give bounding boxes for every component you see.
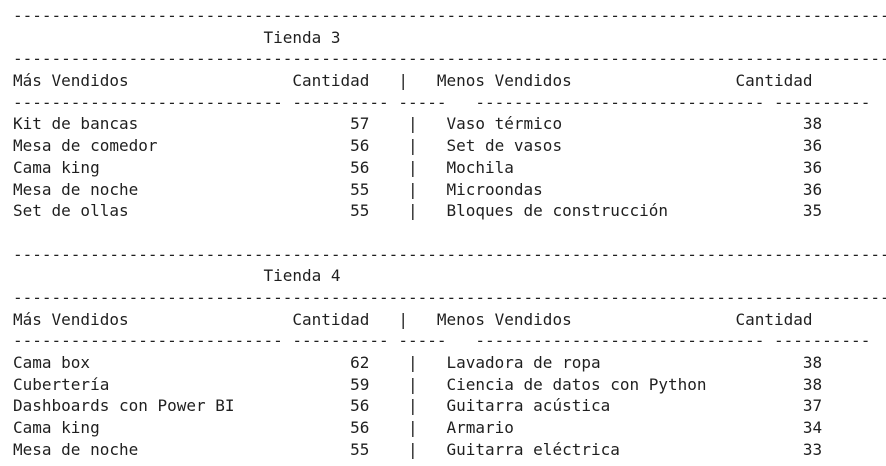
table-row: Mesa de comedor 56 | Set de vasos 36 (13, 136, 823, 156)
table-row: Mesa de noche 55 | Microondas 36 (13, 179, 823, 199)
table-header-underline: ---------------------------- ---------- … (13, 331, 871, 351)
table-row: Dashboards con Power BI 56 | Guitarra ac… (13, 396, 823, 416)
table-header: Más Vendidos Cantidad | Menos Vendidos C… (13, 71, 813, 91)
section-title: Tienda 3 (13, 27, 341, 47)
section-top-rule: ----------------------------------------… (13, 6, 886, 25)
console-output: ----------------------------------------… (13, 5, 886, 460)
table-row: Kit de bancas 57 | Vaso térmico 38 (13, 114, 823, 134)
table-row: Cama king 56 | Armario 34 (13, 418, 823, 438)
section-rule: ----------------------------------------… (13, 49, 886, 69)
section-title: Tienda 4 (13, 266, 341, 286)
table-header-underline: ---------------------------- ---------- … (13, 92, 871, 112)
table-header: Más Vendidos Cantidad | Menos Vendidos C… (13, 309, 813, 329)
table-row: Mesa de noche 55 | Guitarra eléctrica 33 (13, 439, 823, 459)
table-row: Cama box 62 | Lavadora de ropa 38 (13, 353, 823, 372)
section-rule: ----------------------------------------… (13, 287, 886, 307)
table-row: Cama king 56 | Mochila 36 (13, 157, 823, 177)
table-row: Set de ollas 55 | Bloques de construcció… (13, 201, 823, 221)
section-top-rule: ----------------------------------------… (13, 244, 886, 264)
table-row: Cubertería 59 | Ciencia de datos con Pyt… (13, 374, 823, 394)
